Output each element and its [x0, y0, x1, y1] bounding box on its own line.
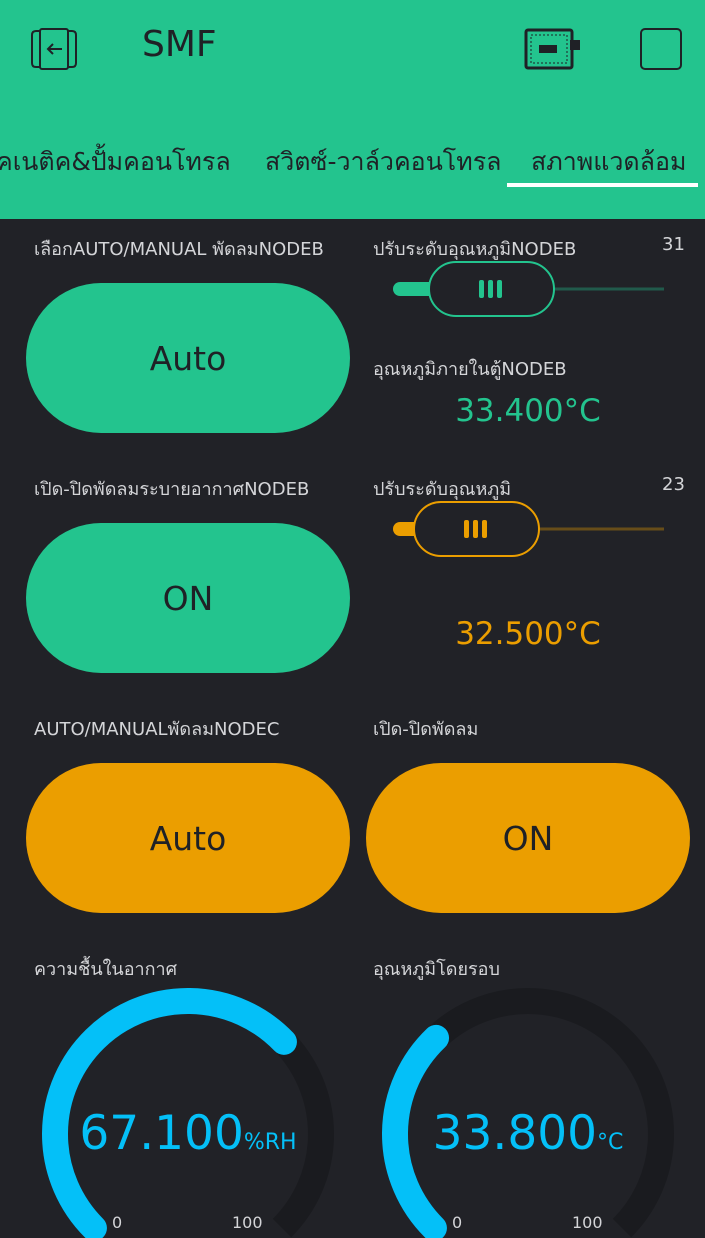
- exit-icon[interactable]: [30, 27, 78, 71]
- auto-manual-nodec-button[interactable]: Auto: [26, 763, 350, 913]
- tab-environment[interactable]: สภาพแวดล้อม: [531, 142, 686, 182]
- temp-adjust-label: ปรับระดับอุณหภูมิ: [373, 479, 512, 500]
- ambient-temp-value: 33.800: [432, 1106, 598, 1161]
- device-icon[interactable]: [524, 28, 582, 70]
- active-tab-indicator: [507, 183, 698, 187]
- temp-value: 32.500°C: [455, 616, 601, 652]
- ambient-temp-unit: °C: [597, 1130, 624, 1155]
- temp-adjust-value: 23: [662, 474, 685, 495]
- tab-valve-control[interactable]: สวิตซ์-วาล์วคอนโทรล: [265, 142, 501, 182]
- temp-adjust-nodeb-label: ปรับระดับอุณหภูมิNODEB: [373, 239, 577, 260]
- fan-label: เปิด-ปิดพัดลม: [373, 719, 479, 740]
- app-title: SMF: [142, 24, 217, 65]
- temp-adjust-nodeb-slider[interactable]: [390, 260, 670, 320]
- app-header: SMF คเนติค&ปั้มคอนโทรล สวิตซ์-วาล์วคอนโท…: [0, 0, 705, 219]
- humidity-readout: 67.100%RH: [43, 1106, 333, 1161]
- auto-manual-nodeb-label: เลือกAUTO/MANUAL พัดลมNODEB: [34, 239, 324, 260]
- temp-adjust-slider[interactable]: [390, 500, 670, 560]
- auto-manual-nodec-label: AUTO/MANUALพัดลมNODEC: [34, 719, 280, 740]
- temp-inside-nodeb-value: 33.400°C: [455, 393, 601, 429]
- humidity-value: 67.100: [79, 1106, 244, 1161]
- temp-adjust-nodeb-value: 31: [662, 234, 685, 255]
- humidity-label: ความชื้นในอากาศ: [34, 959, 178, 980]
- ambient-temp-label: อุณหภูมิโดยรอบ: [373, 959, 500, 980]
- auto-manual-nodeb-button[interactable]: Auto: [26, 283, 350, 433]
- temp-inside-nodeb-label: อุณหภูมิภายในตู้NODEB: [373, 359, 567, 380]
- fan-nodeb-button[interactable]: ON: [26, 523, 350, 673]
- tab-bar: คเนติค&ปั้มคอนโทรล สวิตซ์-วาล์วคอนโทรล ส…: [0, 130, 705, 190]
- ambient-temp-readout: 33.800°C: [383, 1106, 673, 1161]
- humidity-unit: %RH: [243, 1130, 297, 1155]
- fan-nodeb-label: เปิด-ปิดพัดลมระบายอากาศNODEB: [34, 479, 310, 500]
- menu-square-icon[interactable]: [640, 28, 682, 70]
- tab-pump-control[interactable]: คเนติค&ปั้มคอนโทรล: [0, 142, 231, 182]
- fan-button[interactable]: ON: [366, 763, 690, 913]
